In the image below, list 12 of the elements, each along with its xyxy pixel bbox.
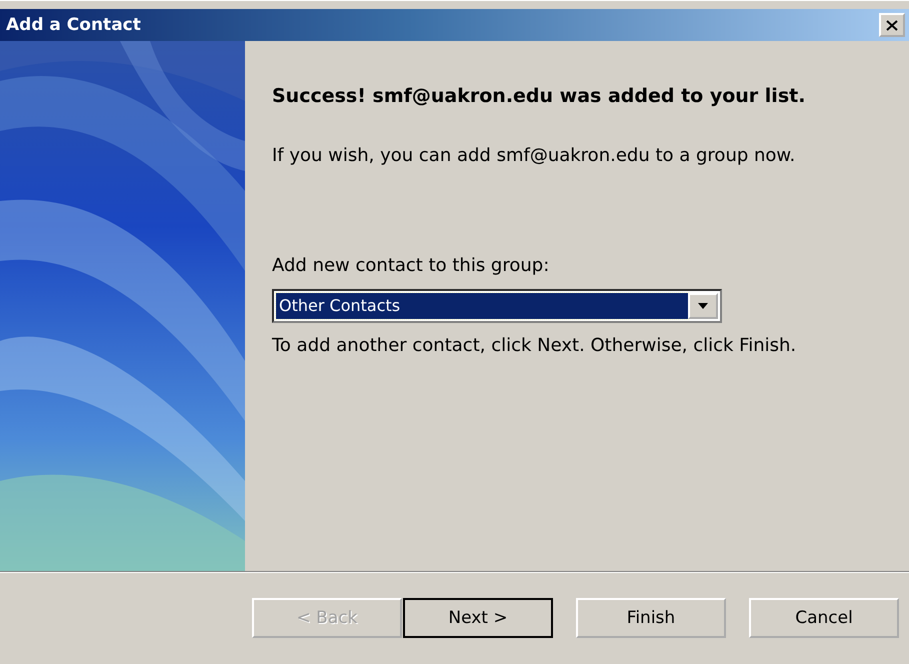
success-heading: Success! smf@uakron.edu was added to your list.: [272, 84, 806, 109]
dialog-button[interactable]: Next >: [403, 598, 553, 638]
dialog-button[interactable]: Cancel: [749, 598, 899, 638]
message-text: If you wish, you can add smf@uakron.edu to a group now.: [272, 144, 796, 168]
window-title: Add a Contact: [6, 15, 141, 35]
close-button[interactable]: [879, 13, 905, 37]
dropdown-value: Other Contacts: [276, 293, 688, 319]
close-icon: [886, 20, 898, 30]
group-dropdown[interactable]: Other Contacts: [272, 289, 722, 323]
dialog-button[interactable]: Finish: [576, 598, 726, 638]
instruction-text: To add another contact, click Next. Otherwise, click Finish.: [272, 334, 798, 358]
group-label: Add new contact to this group:: [272, 254, 550, 278]
